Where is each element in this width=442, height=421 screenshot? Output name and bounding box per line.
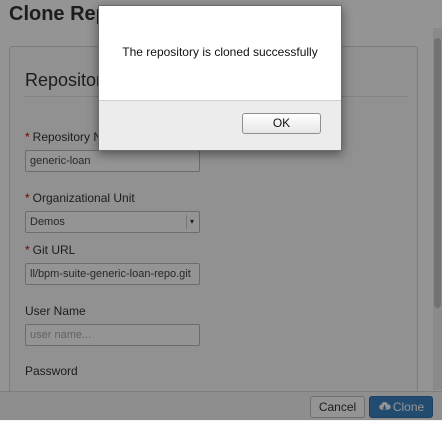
alert-body: The repository is cloned successfully (99, 6, 341, 100)
ok-button[interactable]: OK (242, 113, 321, 134)
alert-divider (99, 100, 341, 101)
alert-message: The repository is cloned successfully (122, 45, 318, 59)
success-alert-dialog: The repository is cloned successfully OK (98, 5, 342, 151)
